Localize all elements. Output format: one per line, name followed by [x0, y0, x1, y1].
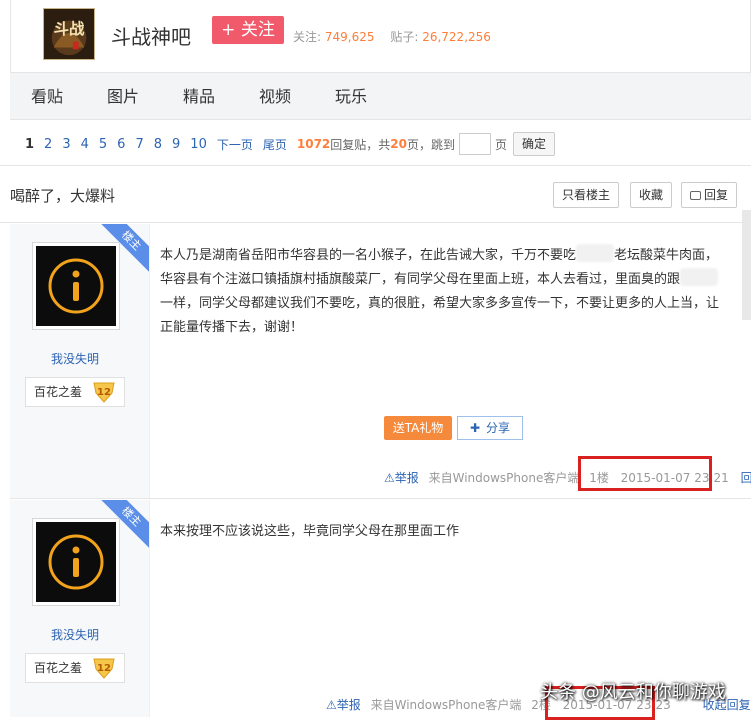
post-content: 本来按理不应该说这些，毕竟同学父母在那里面工作 — [160, 524, 460, 539]
follow-count-label: 关注: — [293, 30, 322, 44]
author-username[interactable]: 我没失明 — [10, 626, 140, 643]
report-link[interactable]: ⚠举报 — [326, 698, 361, 712]
tab-images[interactable]: 图片 — [107, 73, 139, 121]
page-2[interactable]: 2 — [44, 137, 52, 152]
highlight-box — [578, 456, 712, 491]
post-count-label: 贴子: — [390, 30, 419, 44]
only-op-button[interactable]: 只看楼主 — [553, 182, 620, 208]
post-author-panel: 楼主 我没失明 百花之羞 12 — [10, 500, 150, 717]
level-badge-icon: 12 — [93, 658, 115, 679]
redaction — [680, 268, 719, 286]
forum-nav: 看贴 图片 精品 视频 玩乐 — [10, 72, 751, 120]
level-badge-icon: 12 — [93, 382, 115, 403]
last-page-link[interactable]: 尾页 — [263, 136, 287, 153]
level-name: 百花之羞 — [34, 385, 83, 399]
forum-stats: 关注: 749,625 贴子: 26,722,256 — [293, 28, 503, 45]
author-username[interactable]: 我没失明 — [10, 350, 140, 367]
tab-fun[interactable]: 玩乐 — [335, 73, 367, 121]
level-tag[interactable]: 百花之羞 12 — [25, 377, 125, 407]
page-1: 1 — [25, 136, 35, 152]
forum-logo-image: 斗战 — [44, 9, 94, 59]
post-count: 26,722,256 — [422, 30, 491, 44]
follow-count: 749,625 — [324, 30, 375, 44]
page-7[interactable]: 7 — [135, 137, 143, 152]
favorite-button[interactable]: 收藏 — [630, 182, 673, 208]
chat-icon — [690, 191, 701, 200]
share-button[interactable]: ✚ 分享 — [457, 416, 523, 440]
client-source: 来自WindowsPhone客户端 — [370, 698, 522, 712]
tab-posts[interactable]: 看贴 — [31, 73, 63, 121]
reply-label: 回复贴，共 — [330, 137, 391, 152]
info-icon — [48, 258, 104, 314]
watermark: 头条 @风云和你聊游戏 — [540, 682, 726, 703]
scrollbar[interactable] — [742, 210, 751, 320]
reply-button-label: 回复 — [704, 188, 729, 202]
reply-count: 1072 — [296, 137, 331, 151]
report-link[interactable]: ⚠举报 — [384, 471, 419, 485]
page-6[interactable]: 6 — [117, 137, 125, 152]
warning-icon: ⚠ — [384, 471, 395, 485]
avatar[interactable] — [32, 242, 120, 330]
send-gift-button[interactable]: 送TA礼物 — [384, 416, 452, 440]
pagination: 1 2 3 4 5 6 7 8 9 10 下一页 尾页 1072 回复贴，共 2… — [25, 130, 556, 158]
avatar[interactable] — [32, 518, 120, 606]
page-10[interactable]: 10 — [190, 137, 207, 152]
page-4[interactable]: 4 — [81, 137, 89, 152]
redaction — [576, 244, 615, 262]
svg-text:12: 12 — [97, 387, 111, 398]
page-8[interactable]: 8 — [154, 137, 162, 152]
level-name: 百花之羞 — [34, 661, 83, 675]
warning-icon: ⚠ — [326, 698, 337, 712]
page-9[interactable]: 9 — [172, 137, 180, 152]
jump-page-input[interactable] — [459, 133, 492, 155]
jump-confirm-button[interactable]: 确定 — [513, 132, 556, 156]
next-page-link[interactable]: 下一页 — [217, 136, 253, 153]
page-3[interactable]: 3 — [62, 137, 70, 152]
follow-button[interactable]: + 关注 — [212, 16, 284, 44]
forum-logo[interactable]: 斗战 — [43, 8, 95, 60]
post-content: 本人乃是湖南省岳阳市华容县的一名小猴子，在此告诫大家，千万不要吃 老坛酸菜牛肉面，… — [160, 244, 730, 340]
level-tag[interactable]: 百花之羞 12 — [25, 653, 125, 683]
total-pages: 20 — [390, 137, 407, 151]
forum-header: 斗战 斗战神吧 + 关注 关注: 749,625 贴子: 26,722,256 — [10, 0, 751, 72]
reply-button[interactable]: 回复 — [681, 182, 738, 208]
svg-text:斗战: 斗战 — [54, 20, 85, 38]
plus-icon: ✚ — [469, 421, 481, 435]
client-source: 来自WindowsPhone客户端 — [428, 471, 580, 485]
info-icon — [48, 534, 104, 590]
jump-label: 页，跳到 — [407, 137, 456, 152]
tab-featured[interactable]: 精品 — [183, 73, 215, 121]
thread-title: 喝醉了，大爆料 — [10, 187, 116, 205]
forum-name[interactable]: 斗战神吧 — [111, 21, 191, 50]
tab-videos[interactable]: 视频 — [259, 73, 291, 121]
page-suffix: 页 — [495, 137, 508, 152]
page-5[interactable]: 5 — [99, 137, 107, 152]
post-1: 楼主 我没失明 百花之羞 12 本人乃是湖南省岳阳市华容县的一名小猴子，在此告诫… — [10, 224, 751, 499]
thread-header: 喝醉了，大爆料 只看楼主 收藏 回复 — [0, 165, 751, 223]
post-author-panel: 楼主 我没失明 百花之羞 12 — [10, 224, 150, 498]
post-reply-link[interactable]: 回复 — [741, 471, 751, 485]
svg-text:12: 12 — [97, 663, 111, 674]
